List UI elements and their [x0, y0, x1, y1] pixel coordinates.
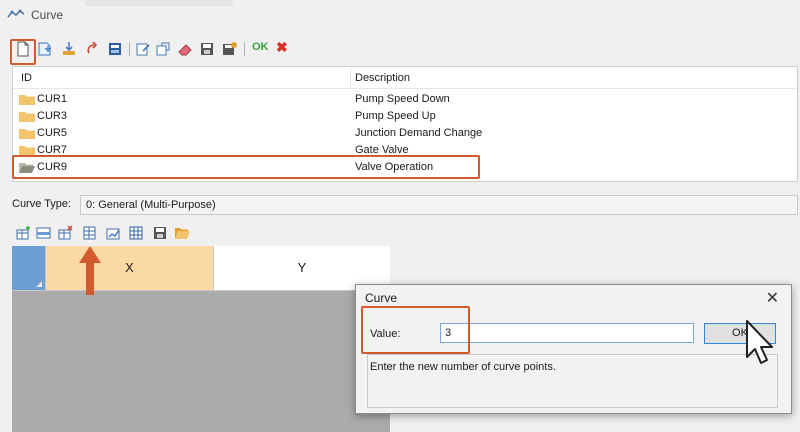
set-points-icon[interactable] — [82, 225, 98, 241]
curve-id: CUR3 — [37, 110, 67, 122]
save-icon[interactable] — [198, 40, 216, 58]
column-header-description[interactable]: Description — [355, 72, 410, 84]
add-icon[interactable] — [36, 40, 54, 58]
add-row-icon[interactable] — [16, 225, 32, 241]
list-item[interactable]: CUR3 Pump Speed Up — [13, 108, 797, 125]
chart-icon[interactable] — [106, 225, 122, 241]
column-header-x[interactable]: X — [46, 246, 214, 290]
curve-type-label: Curve Type: — [12, 198, 72, 210]
curve-points-grid: X Y — [12, 246, 390, 432]
folder-icon — [19, 112, 35, 122]
list-item[interactable]: CUR5 Junction Demand Change — [13, 125, 797, 142]
annotation-arrow — [79, 246, 101, 295]
curve-description: Pump Speed Down — [355, 93, 450, 105]
folder-icon — [19, 129, 35, 139]
column-header-id[interactable]: ID — [21, 72, 32, 84]
dialog-title: Curve — [365, 291, 398, 305]
value-field-highlight — [361, 306, 470, 354]
curve-type-value: 0: General (Multi-Purpose) — [86, 199, 216, 211]
dialog-description-box: Enter the new number of curve points. — [367, 354, 778, 408]
title-bar-tab — [85, 0, 233, 6]
dialog-description: Enter the new number of curve points. — [370, 361, 556, 373]
delete-row-icon[interactable] — [58, 225, 74, 241]
grid-toolbar — [12, 224, 212, 244]
save-icon[interactable] — [152, 225, 168, 241]
curve-type-field[interactable]: 0: General (Multi-Purpose) — [80, 195, 798, 215]
edit-icon[interactable] — [134, 40, 152, 58]
curve-app-icon — [7, 9, 25, 18]
title-bar: Curve — [0, 0, 800, 30]
open-folder-icon[interactable] — [174, 225, 190, 241]
folder-icon — [19, 95, 35, 105]
curve-description: Pump Speed Up — [355, 110, 436, 122]
selected-row-highlight — [12, 155, 480, 179]
curve-description: Junction Demand Change — [355, 127, 483, 139]
mouse-cursor-icon — [746, 320, 773, 364]
refresh-icon[interactable] — [84, 40, 102, 58]
ok-toolbar-button[interactable]: OK — [252, 41, 269, 53]
column-divider[interactable] — [350, 69, 351, 87]
new-button-highlight — [10, 39, 36, 65]
grid-corner-select-all[interactable] — [12, 246, 46, 290]
database-icon[interactable] — [106, 40, 124, 58]
save-as-icon[interactable] — [220, 40, 238, 58]
curve-id: CUR1 — [37, 93, 67, 105]
grid-body — [12, 290, 390, 432]
import-icon[interactable] — [60, 40, 78, 58]
list-header: ID Description — [13, 67, 797, 89]
insert-row-icon[interactable] — [36, 225, 52, 241]
cancel-icon[interactable]: ✖ — [276, 39, 288, 56]
copy-icon[interactable] — [154, 40, 172, 58]
curve-id: CUR5 — [37, 127, 67, 139]
table-icon[interactable] — [128, 225, 144, 241]
list-item[interactable]: CUR1 Pump Speed Down — [13, 91, 797, 108]
eraser-icon[interactable] — [176, 40, 194, 58]
main-toolbar: OK ✖ — [8, 38, 608, 64]
value-input[interactable] — [440, 323, 694, 343]
close-icon[interactable]: ✕ — [766, 288, 779, 308]
window-title: Curve — [31, 8, 64, 22]
toolbar-separator — [129, 42, 130, 56]
toolbar-separator — [244, 42, 245, 56]
